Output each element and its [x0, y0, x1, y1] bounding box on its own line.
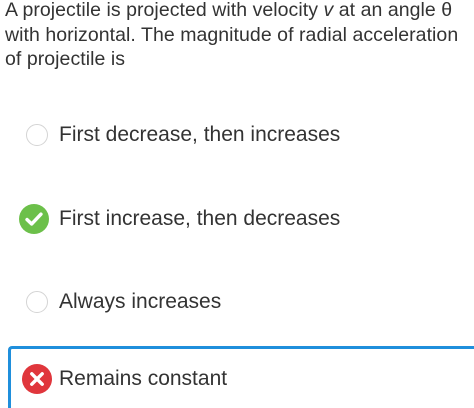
answer-option-1[interactable]: First decrease, then increases: [0, 105, 474, 165]
answer-option-label: Remains constant: [59, 366, 228, 390]
question-line-1: A projectile is projected with velocity …: [5, 0, 453, 21]
answer-option-label: Always increases: [59, 290, 222, 313]
answer-option-3[interactable]: Always increases: [0, 272, 474, 332]
velocity-variable: v: [323, 0, 334, 21]
answer-option-label: First increase, then decreases: [59, 207, 341, 230]
radio-empty-icon[interactable]: [26, 291, 48, 313]
radio-empty-icon[interactable]: [26, 124, 48, 146]
check-circle-icon: [19, 204, 49, 234]
question-line-2: with horizontal. The magnitude of radial…: [5, 23, 459, 46]
question-line-3: of projectile is: [5, 48, 126, 70]
answer-option-2[interactable]: First increase, then decreases: [0, 189, 474, 249]
question-text: A projectile is projected with velocity …: [5, 0, 474, 72]
x-circle-icon: [22, 363, 52, 394]
answer-option-4[interactable]: Remains constant: [8, 346, 474, 408]
answer-option-label: First decrease, then increases: [59, 123, 341, 146]
